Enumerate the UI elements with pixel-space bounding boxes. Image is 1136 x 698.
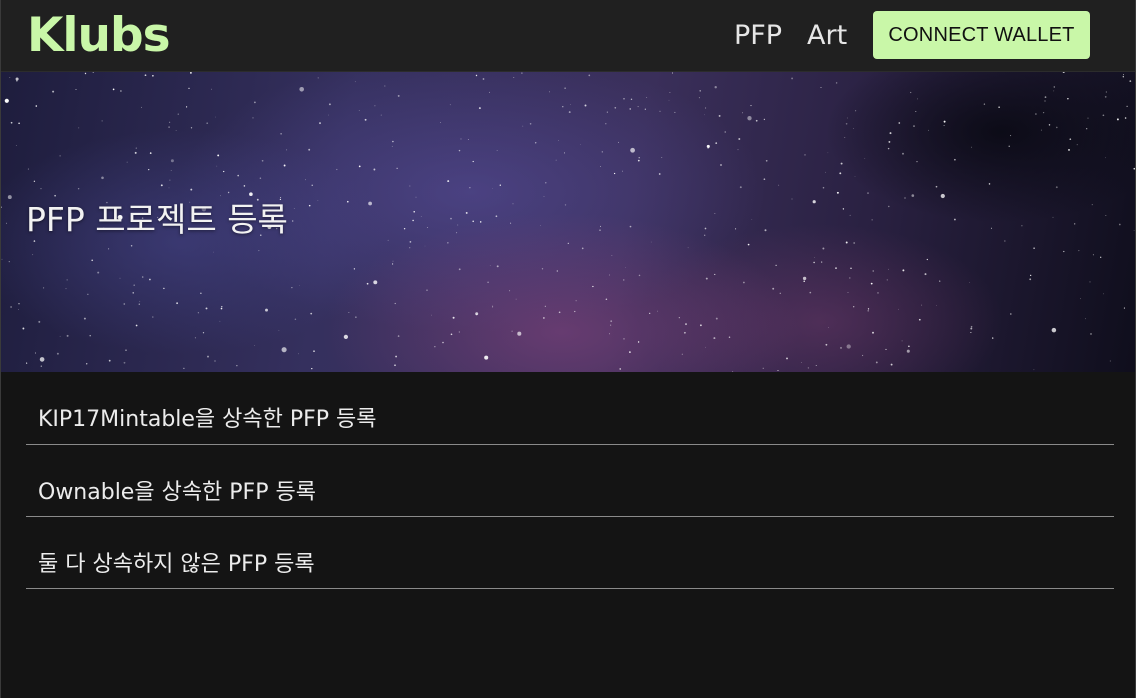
option-label: 둘 다 상속하지 않은 PFP 등록 xyxy=(38,552,315,577)
page-title: PFP 프로젝트 등록 xyxy=(26,200,288,239)
connect-wallet-button[interactable]: CONNECT WALLET xyxy=(873,11,1090,59)
page: Klubs PFP Art CONNECT WALLET PFP 프로젝트 등록… xyxy=(0,0,1136,698)
option-label: KIP17Mintable을 상속한 PFP 등록 xyxy=(38,407,377,432)
logo[interactable]: Klubs xyxy=(27,6,171,66)
nav-link-art[interactable]: Art xyxy=(807,18,847,54)
nav-link-pfp[interactable]: PFP xyxy=(734,18,782,54)
hero-banner: PFP 프로젝트 등록 xyxy=(1,72,1135,372)
top-nav-bar: Klubs PFP Art CONNECT WALLET xyxy=(1,0,1135,72)
option-label: Ownable을 상속한 PFP 등록 xyxy=(38,480,316,505)
registration-option-list: KIP17Mintable을 상속한 PFP 등록 Ownable을 상속한 P… xyxy=(26,372,1114,589)
option-ownable[interactable]: Ownable을 상속한 PFP 등록 xyxy=(26,445,1114,517)
option-kip17mintable[interactable]: KIP17Mintable을 상속한 PFP 등록 xyxy=(26,372,1114,445)
option-neither[interactable]: 둘 다 상속하지 않은 PFP 등록 xyxy=(26,517,1114,589)
